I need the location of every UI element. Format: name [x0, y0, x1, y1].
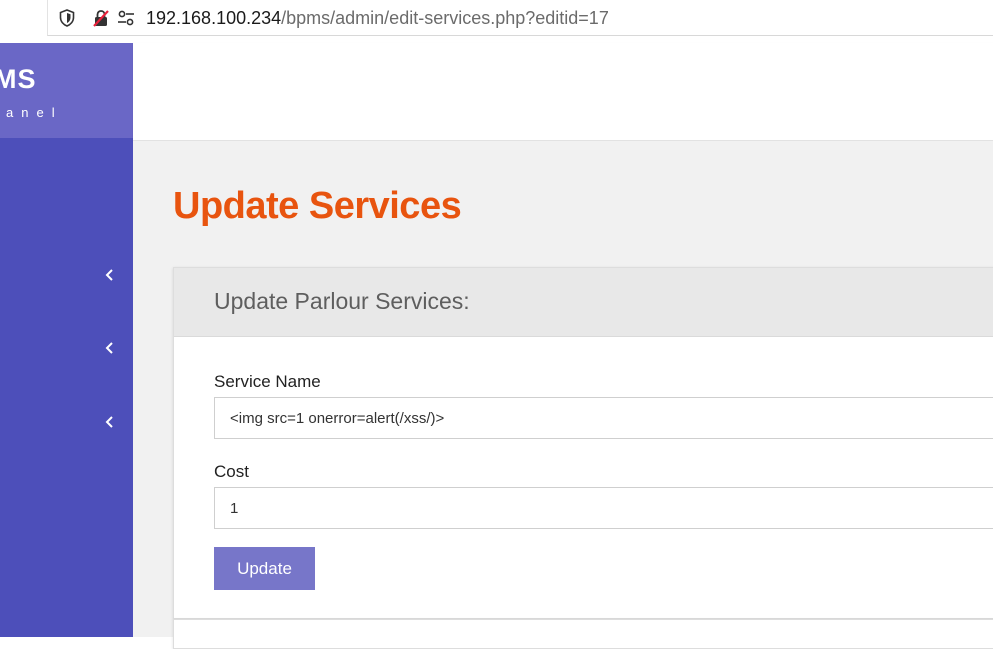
main-content: Update Services Update Parlour Services:… [133, 141, 993, 649]
page-title: Update Services [173, 185, 462, 227]
sidebar-brand[interactable]: MS anel [0, 43, 133, 138]
chevron-left-icon[interactable] [103, 268, 117, 282]
panel-title: Update Parlour Services: [214, 288, 470, 314]
url-path: /bpms/admin/edit-services.php?editid=17 [281, 8, 609, 28]
chevron-left-icon[interactable] [103, 341, 117, 355]
cost-label: Cost [214, 462, 249, 481]
update-button[interactable]: Update [214, 547, 315, 590]
update-services-panel: Update Parlour Services: Service Name Co… [173, 267, 993, 619]
chevron-left-icon[interactable] [103, 415, 117, 429]
service-name-label: Service Name [214, 372, 321, 391]
panel-header: Update Parlour Services: [174, 268, 993, 337]
url-text[interactable]: 192.168.100.234/bpms/admin/edit-services… [146, 7, 609, 29]
url-host: 192.168.100.234 [146, 8, 282, 28]
brand-subtitle: anel [6, 105, 63, 120]
site-permissions-icon[interactable] [116, 8, 136, 28]
service-name-input[interactable] [214, 397, 993, 439]
brand-title: MS [0, 64, 37, 94]
top-header [133, 43, 993, 141]
cost-input[interactable] [214, 487, 993, 529]
secondary-panel [173, 619, 993, 649]
sidebar: MS anel [0, 43, 133, 637]
browser-toolbar: 192.168.100.234/bpms/admin/edit-services… [0, 0, 993, 36]
insecure-lock-icon[interactable] [91, 8, 111, 28]
shield-icon[interactable] [57, 8, 77, 28]
